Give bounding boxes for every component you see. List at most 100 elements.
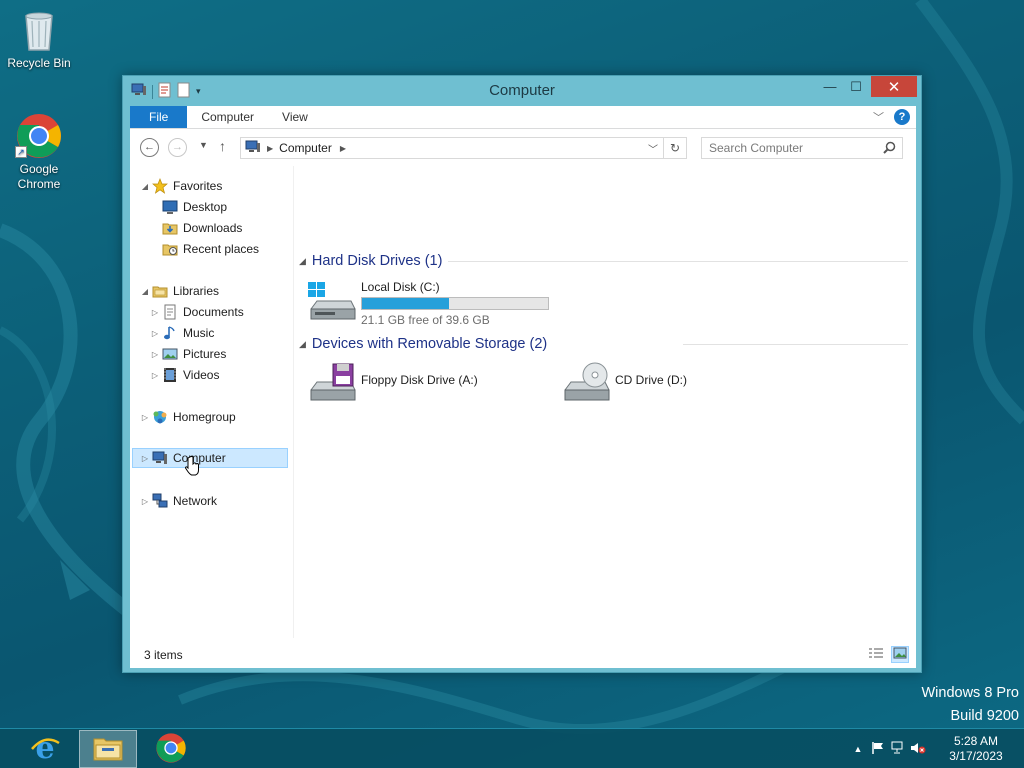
action-center-flag-icon[interactable]: [868, 741, 888, 758]
nav-favorites[interactable]: ◢ Favorites: [140, 176, 222, 196]
collapsed-arrow-icon[interactable]: ▷: [150, 329, 160, 338]
status-bar: 3 items: [130, 638, 916, 668]
ribbon-right-controls: ﹀ ?: [873, 109, 910, 125]
nav-recent-places[interactable]: Recent places: [162, 239, 259, 259]
collapsed-arrow-icon[interactable]: ▷: [150, 350, 160, 359]
desktop-icon: [162, 199, 178, 215]
breadcrumb-computer[interactable]: Computer: [279, 141, 332, 155]
details-view-icon[interactable]: [868, 647, 884, 662]
expanded-arrow-icon[interactable]: ◢: [140, 287, 150, 296]
pictures-icon: [162, 346, 178, 362]
taskbar-google-chrome[interactable]: [142, 730, 200, 768]
address-bar[interactable]: ▶ Computer ▶ ﹀: [240, 137, 664, 159]
maximize-button[interactable]: ☐: [843, 76, 869, 97]
downloads-folder-icon: [162, 220, 178, 236]
drive-local-disk-c[interactable]: Local Disk (C:) 21.1 GB free of 39.6 GB: [307, 280, 549, 327]
recent-locations-button[interactable]: ▼: [199, 140, 208, 150]
removable-header-label: Devices with Removable Storage (2): [311, 336, 548, 352]
taskbar-file-explorer[interactable]: [79, 730, 137, 768]
nav-libraries[interactable]: ◢ Libraries: [140, 281, 219, 301]
nav-music[interactable]: ▷ Music: [150, 323, 214, 343]
collapsed-arrow-icon[interactable]: ▷: [150, 371, 160, 380]
group-header-hard-disks[interactable]: ◢ Hard Disk Drives (1): [299, 251, 442, 271]
help-icon[interactable]: ?: [894, 109, 910, 125]
floppy-drive-icon: [307, 362, 357, 406]
navigation-pane: ◢ Favorites Desktop Downloads Recent pla…: [130, 166, 293, 638]
desktop-icon-recycle-bin[interactable]: Recycle Bin: [1, 6, 77, 71]
chrome-taskbar-icon: [155, 732, 187, 767]
collapsed-arrow-icon[interactable]: ▷: [140, 454, 150, 463]
recent-places-icon: [162, 241, 178, 257]
window-title: Computer: [489, 82, 555, 99]
group-divider: [683, 344, 908, 345]
drive-c-space: 21.1 GB free of 39.6 GB: [361, 313, 490, 327]
drive-c-name: Local Disk (C:): [361, 280, 440, 294]
search-input[interactable]: Search Computer: [701, 137, 903, 159]
minimize-button[interactable]: —: [817, 76, 843, 97]
breadcrumb-chevron-icon[interactable]: ▶: [267, 144, 273, 153]
nav-documents[interactable]: ▷ Documents: [150, 302, 244, 322]
network-status-icon[interactable]: [888, 741, 908, 758]
taskbar-internet-explorer[interactable]: e: [16, 730, 74, 768]
collapsed-arrow-icon[interactable]: ▷: [140, 413, 150, 422]
drive-floppy-a[interactable]: Floppy Disk Drive (A:): [307, 362, 478, 406]
item-count: 3 items: [144, 648, 183, 662]
volume-muted-icon[interactable]: [908, 741, 928, 758]
nav-videos[interactable]: ▷ Videos: [150, 365, 219, 385]
expand-ribbon-icon[interactable]: ﹀: [873, 109, 884, 125]
tab-view[interactable]: View: [268, 106, 322, 128]
nav-desktop-label: Desktop: [183, 200, 228, 214]
collapsed-arrow-icon[interactable]: ▷: [140, 497, 150, 506]
nav-homegroup-label: Homegroup: [173, 410, 236, 424]
hard-disks-header-label: Hard Disk Drives (1): [311, 253, 443, 269]
drive-cd-d[interactable]: CD Drive (D:): [561, 362, 687, 406]
tab-file[interactable]: File: [130, 106, 188, 128]
os-watermark-line1: Windows 8 Pro: [921, 685, 1019, 701]
back-button[interactable]: ←: [140, 138, 159, 157]
expanded-arrow-icon[interactable]: ◢: [140, 182, 150, 191]
file-explorer-icon: [92, 734, 124, 765]
large-icons-view-icon[interactable]: [891, 646, 909, 663]
google-chrome-label: Google Chrome: [17, 162, 61, 191]
nav-computer[interactable]: ▷ Computer: [132, 448, 288, 468]
tab-computer[interactable]: Computer: [187, 106, 268, 128]
star-icon: [152, 178, 168, 194]
nav-network[interactable]: ▷ Network: [140, 491, 217, 511]
taskbar-clock[interactable]: 5:28 AM 3/17/2023: [928, 734, 1024, 764]
shortcut-arrow-icon: ↗: [15, 146, 27, 158]
hard-drive-windows-icon: [307, 281, 357, 325]
breadcrumb-chevron-icon[interactable]: ▶: [340, 144, 346, 153]
explorer-window: ▾ Computer — ☐ ✕ File Computer View ﹀ ? …: [122, 75, 922, 673]
group-collapse-icon[interactable]: ◢: [299, 256, 306, 267]
search-icon: [883, 141, 896, 157]
network-icon: [152, 493, 168, 509]
title-bar[interactable]: ▾ Computer — ☐ ✕: [123, 76, 921, 104]
group-header-removable[interactable]: ◢ Devices with Removable Storage (2): [299, 334, 547, 354]
refresh-button[interactable]: ↻: [663, 137, 687, 159]
internet-explorer-icon: e: [29, 731, 61, 767]
music-icon: [162, 325, 178, 341]
pane-divider[interactable]: [293, 166, 294, 638]
os-watermark-line2: Build 9200: [950, 708, 1019, 724]
libraries-icon: [152, 283, 168, 299]
up-button[interactable]: ↑: [219, 138, 226, 154]
drive-a-name: Floppy Disk Drive (A:): [361, 373, 478, 387]
address-dropdown-icon[interactable]: ﹀: [648, 141, 658, 156]
nav-downloads[interactable]: Downloads: [162, 218, 242, 238]
close-button[interactable]: ✕: [871, 76, 917, 97]
documents-icon: [162, 304, 178, 320]
nav-pictures[interactable]: ▷ Pictures: [150, 344, 226, 364]
nav-homegroup[interactable]: ▷ Homegroup: [140, 407, 236, 427]
show-hidden-icons-icon[interactable]: ▲: [848, 744, 868, 754]
nav-desktop[interactable]: Desktop: [162, 197, 227, 217]
collapsed-arrow-icon[interactable]: ▷: [150, 308, 160, 317]
address-row: ← → ▼ ↑ ▶ Computer ▶ ﹀ ↻ Search Computer: [130, 129, 916, 166]
videos-icon: [162, 367, 178, 383]
nav-documents-label: Documents: [183, 305, 244, 319]
nav-favorites-label: Favorites: [173, 179, 223, 193]
desktop-icon-google-chrome[interactable]: ↗ Google Chrome: [1, 112, 77, 192]
nav-pictures-label: Pictures: [183, 347, 227, 361]
forward-button[interactable]: →: [168, 138, 187, 157]
group-collapse-icon[interactable]: ◢: [299, 339, 306, 350]
nav-network-label: Network: [173, 494, 218, 508]
